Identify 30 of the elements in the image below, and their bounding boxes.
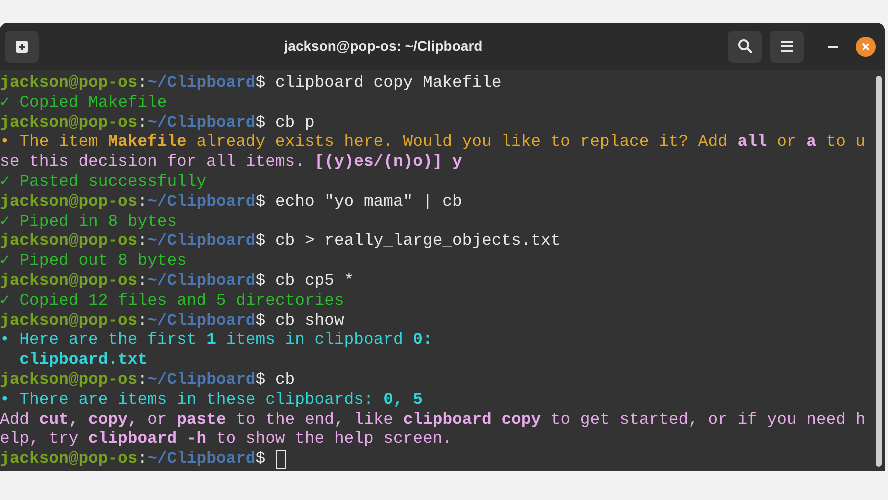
close-button[interactable] (856, 36, 876, 56)
terminal-line: • The item Makefile already exists here. Would you like to replace it? Add all or a to u (0, 132, 866, 152)
terminal-line: Add cut, copy, or paste to the end, like clipboard copy to get started, or if you need h (0, 410, 866, 430)
terminal-line: • There are items in these clipboards: 0, 5 (0, 390, 423, 410)
terminal-line: jackson@pop-os:~/Clipboard$ cb (0, 370, 296, 390)
terminal-line: jackson@pop-os:~/Clipboard$ cb cp5 * (0, 270, 354, 291)
new-tab-button[interactable] (5, 30, 39, 62)
menu-button[interactable] (770, 30, 804, 62)
terminal-line: elp, try clipboard -h to show the help screen. (0, 429, 452, 450)
terminal-line: jackson@pop-os:~/Clipboard$ (0, 449, 266, 469)
terminal-line: jackson@pop-os:~/Clipboard$ cb p (0, 112, 315, 132)
menu-icon (781, 41, 793, 52)
terminal-line: jackson@pop-os:~/Clipboard$ echo "yo mama" | cb (0, 192, 462, 212)
terminal-line: ✓ Copied 12 files and 5 directories (0, 290, 344, 311)
new-tab-icon (15, 40, 29, 54)
window-title: jackson@pop-os: ~/Clipboard (284, 37, 483, 56)
terminal-line: ✓ Piped out 8 bytes (0, 251, 187, 271)
close-icon (862, 42, 870, 50)
terminal-line: se this decision for all items. [(y)es/(n)o)] y (0, 152, 462, 172)
terminal-line: ✓ Piped in 8 bytes (0, 212, 178, 232)
terminal-line: jackson@pop-os:~/Clipboard$ clipboard copy Makefile (0, 73, 502, 93)
terminal-line: jackson@pop-os:~/Clipboard$ cb > really_large_objects.txt (0, 231, 561, 252)
terminal-line: ✓ Pasted successfully (0, 172, 207, 192)
terminal-line: clipboard.txt (18, 350, 148, 370)
terminal-line: jackson@pop-os:~/Clipboard$ cb show (0, 310, 344, 330)
terminal-line: ✓ Copied Makefile (0, 92, 168, 113)
terminal-line: • Here are the first 1 items in clipboard 0: (0, 330, 433, 350)
search-icon (738, 39, 752, 54)
minimize-icon (828, 46, 838, 48)
search-button[interactable] (728, 30, 762, 62)
